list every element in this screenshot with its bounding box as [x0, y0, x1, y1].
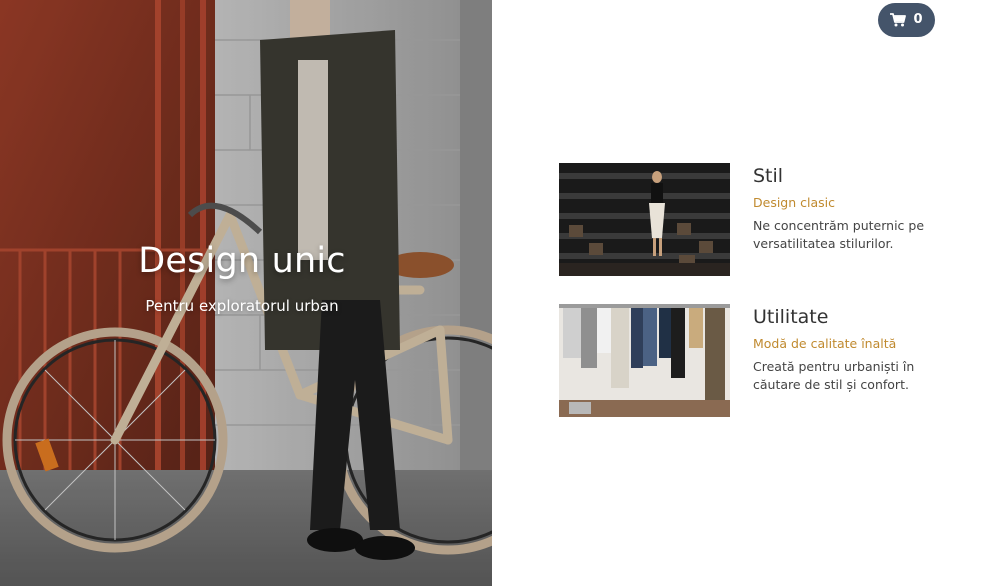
feature-card-utility: Utilitate Modă de calitate înaltă Creată…: [559, 304, 939, 418]
hero-subtitle: Pentru exploratorul urban: [145, 297, 339, 315]
hero-overlay: [0, 0, 492, 586]
feature-text-style: Stil Design clasic Ne concentrăm puterni…: [753, 163, 933, 253]
feature-tagline: Design clasic: [753, 195, 835, 210]
feature-description: Ne concentrăm puternic pe versatilitatea…: [753, 218, 925, 251]
hero-section: Design unic Pentru exploratorul urban: [0, 0, 492, 586]
hero-title: Design unic: [138, 241, 346, 281]
feature-text-utility: Utilitate Modă de calitate înaltă Creată…: [753, 304, 933, 394]
page: Design unic Pentru exploratorul urban 0: [0, 0, 988, 586]
feature-description: Creată pentru urbaniști în căutare de st…: [753, 359, 915, 392]
feature-title: Utilitate: [753, 306, 829, 328]
feature-image-utility: [559, 304, 730, 417]
feature-image-style: [559, 163, 730, 276]
cart-count: 0: [913, 12, 923, 27]
feature-title: Stil: [753, 165, 784, 187]
cart-button[interactable]: 0: [878, 3, 935, 37]
feature-card-style: Stil Design clasic Ne concentrăm puterni…: [559, 163, 939, 277]
shopping-cart-icon: [890, 13, 907, 27]
feature-tagline: Modă de calitate înaltă: [753, 336, 897, 351]
